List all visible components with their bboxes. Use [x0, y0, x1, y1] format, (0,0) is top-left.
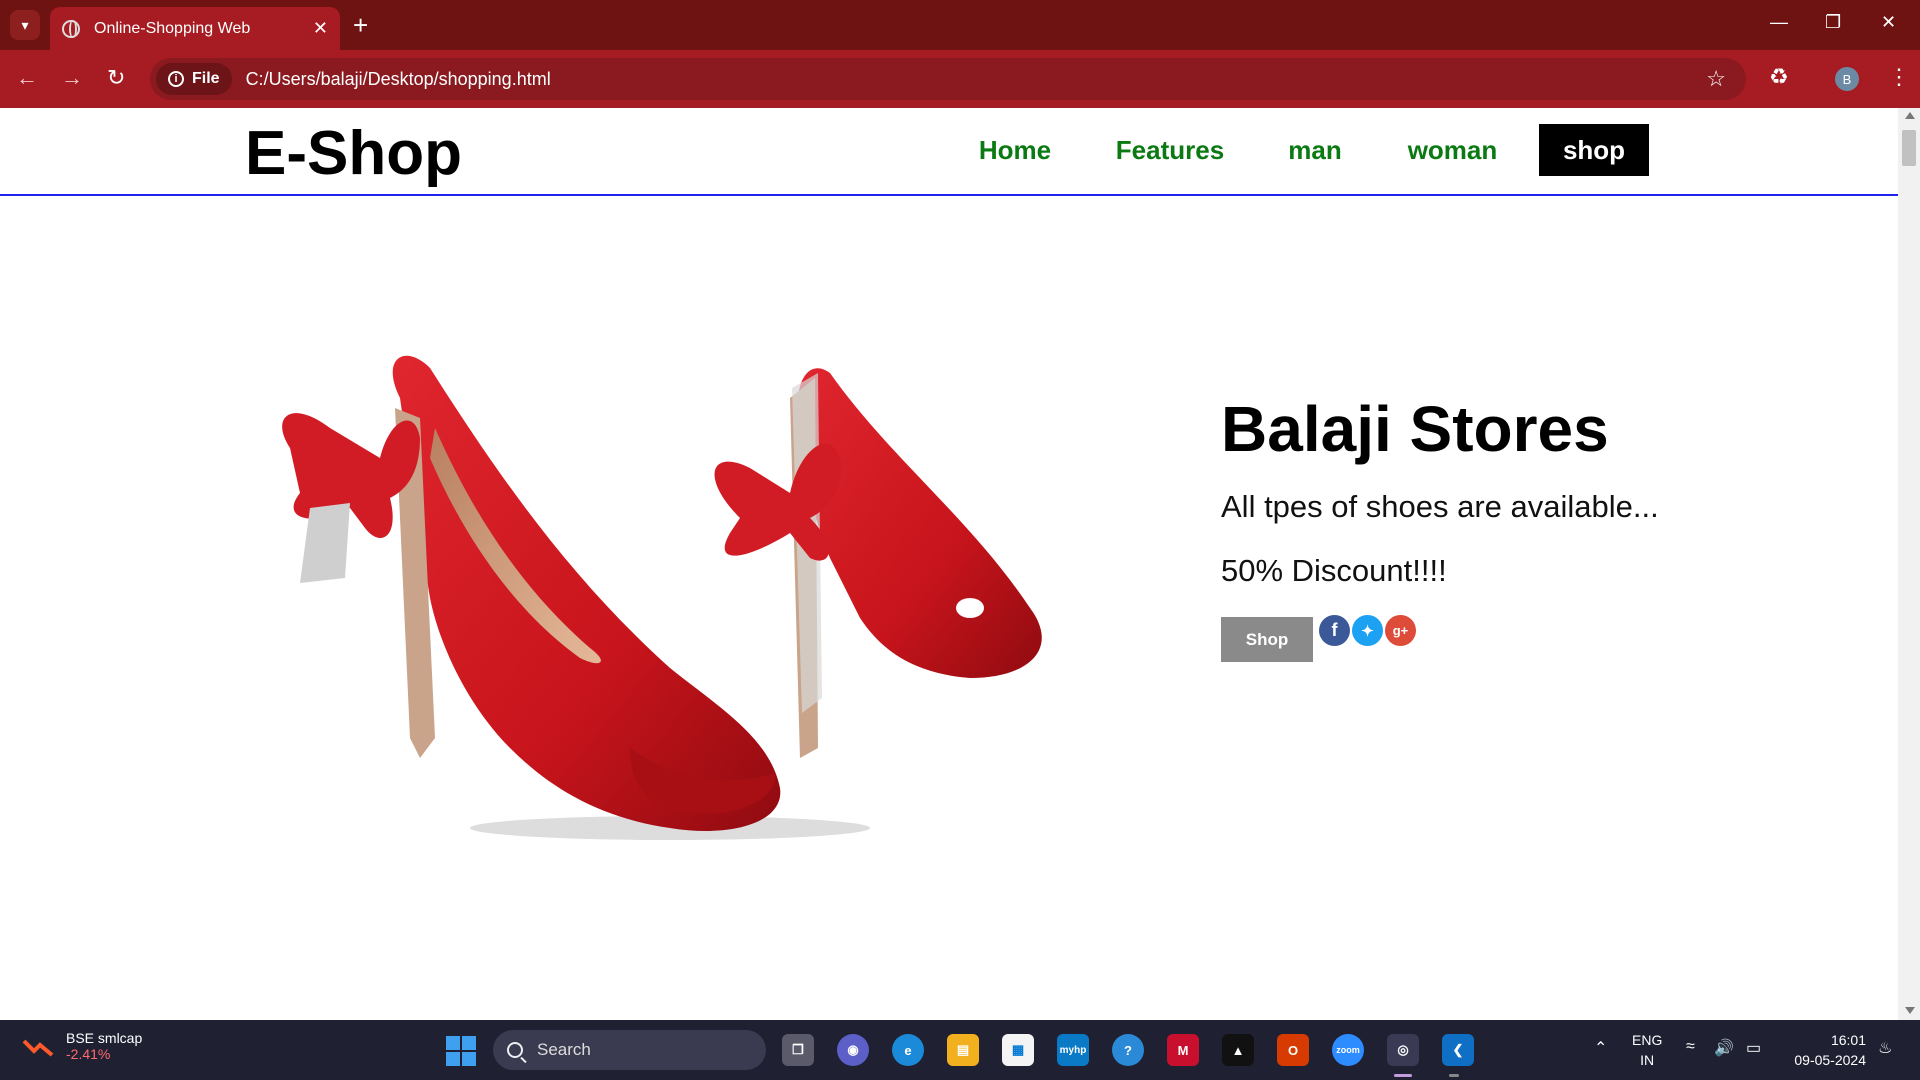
minimize-icon[interactable]: —: [1770, 12, 1788, 33]
office-icon[interactable]: O: [1277, 1034, 1309, 1066]
teams-chat-icon[interactable]: ◉: [837, 1034, 869, 1066]
browser-tab-bar: ▾ Online-Shopping Web ✕ + — ❐ ✕: [0, 0, 1920, 50]
nav-man[interactable]: man: [1270, 124, 1360, 176]
tab-close-icon[interactable]: ✕: [313, 18, 328, 39]
edge-browser-icon[interactable]: e: [892, 1034, 924, 1066]
battery-icon[interactable]: ▭: [1746, 1038, 1761, 1058]
tab-title: Online-Shopping Web: [94, 19, 251, 37]
new-tab-icon[interactable]: +: [353, 12, 368, 38]
notification-bell-icon[interactable]: ♨: [1878, 1038, 1892, 1058]
forward-arrow-icon[interactable]: →: [61, 66, 83, 90]
show-hidden-icons-chevron-icon[interactable]: ⌃: [1594, 1038, 1607, 1058]
microsoft-store-icon[interactable]: ▦: [1002, 1034, 1034, 1066]
tab-search-chevron-icon[interactable]: ▾: [10, 10, 40, 40]
taskbar-search[interactable]: Search: [493, 1030, 766, 1070]
scroll-thumb[interactable]: [1902, 130, 1916, 166]
help-icon[interactable]: ?: [1112, 1034, 1144, 1066]
back-arrow-icon[interactable]: ←: [16, 66, 38, 90]
search-icon: [507, 1042, 523, 1058]
nav-shop[interactable]: shop: [1539, 124, 1649, 176]
menu-kebab-icon[interactable]: ⋮: [1888, 64, 1910, 90]
url-text[interactable]: C:/Users/balaji/Desktop/shopping.html: [246, 69, 551, 90]
hero-text-block: Balaji Stores All tpes of shoes are avai…: [1221, 393, 1659, 662]
tagline-text: All tpes of shoes are available...: [1221, 489, 1659, 524]
site-logo[interactable]: E-Shop: [245, 118, 462, 189]
file-explorer-icon[interactable]: ▤: [947, 1034, 979, 1066]
restore-icon[interactable]: ❐: [1825, 12, 1841, 33]
clock-time: 16:01: [1830, 1032, 1866, 1048]
region-code: IN: [1640, 1052, 1655, 1068]
windows-taskbar: BSE smlcap -2.41% Search ❐ ◉ e ▤ ▦ myhp …: [0, 1020, 1920, 1080]
bookmark-star-icon[interactable]: ☆: [1706, 66, 1726, 92]
chrome-active-indicator: [1394, 1074, 1412, 1077]
clock-date: 09-05-2024: [1794, 1052, 1866, 1068]
scroll-up-arrow-icon[interactable]: [1905, 112, 1915, 119]
page-scrollbar[interactable]: [1898, 108, 1920, 1020]
zoom-icon[interactable]: zoom: [1332, 1034, 1364, 1066]
vscode-icon[interactable]: ❮: [1442, 1034, 1474, 1066]
site-info-chip[interactable]: i File: [156, 63, 232, 95]
discount-text: 50% Discount!!!!: [1221, 553, 1447, 588]
shop-button[interactable]: Shop: [1221, 617, 1313, 662]
language-code: ENG: [1632, 1032, 1663, 1048]
site-header: E-Shop Home Features man woman shop: [0, 108, 1898, 196]
stock-name: BSE smlcap: [66, 1030, 143, 1046]
extensions-puzzle-icon[interactable]: ♻: [1769, 64, 1789, 90]
search-placeholder: Search: [537, 1040, 591, 1059]
language-indicator[interactable]: ENG IN: [1632, 1030, 1662, 1070]
facebook-icon[interactable]: f: [1319, 615, 1350, 646]
file-chip-label: File: [192, 70, 220, 87]
browser-toolbar: ← → ↻ i File C:/Users/balaji/Desktop/sho…: [0, 50, 1920, 108]
clock[interactable]: 16:01 09-05-2024: [1782, 1030, 1866, 1070]
nav-features[interactable]: Features: [1100, 124, 1240, 176]
browser-tab[interactable]: Online-Shopping Web ✕: [50, 7, 340, 50]
page-viewport: E-Shop Home Features man woman shop Bala…: [0, 108, 1898, 1020]
info-icon: i: [168, 71, 184, 87]
task-view-icon[interactable]: ❐: [782, 1034, 814, 1066]
google-plus-icon[interactable]: g+: [1385, 615, 1416, 646]
scroll-down-arrow-icon[interactable]: [1905, 1007, 1915, 1014]
window-close-icon[interactable]: ✕: [1881, 12, 1896, 33]
store-title: Balaji Stores: [1221, 393, 1609, 465]
vscode-running-indicator: [1449, 1074, 1459, 1077]
address-bar[interactable]: i File C:/Users/balaji/Desktop/shopping.…: [150, 58, 1746, 100]
nav-woman[interactable]: woman: [1395, 124, 1510, 176]
myhp-icon[interactable]: myhp: [1057, 1034, 1089, 1066]
arc-app-icon[interactable]: ▲: [1222, 1034, 1254, 1066]
globe-icon: [62, 19, 80, 38]
stock-widget[interactable]: BSE smlcap -2.41%: [22, 1030, 142, 1062]
nav-home[interactable]: Home: [960, 124, 1070, 176]
wifi-icon[interactable]: ≈: [1686, 1038, 1695, 1056]
twitter-icon[interactable]: ✦: [1352, 615, 1383, 646]
hero-actions: Shop f ✦ g+: [1221, 615, 1659, 662]
hero-shoes-image: [282, 355, 1042, 840]
windows-start-icon[interactable]: [446, 1036, 476, 1066]
volume-icon[interactable]: 🔊: [1714, 1038, 1734, 1058]
stock-change: -2.41%: [66, 1046, 111, 1062]
stock-chart-icon: [22, 1039, 54, 1057]
profile-avatar[interactable]: B: [1835, 67, 1859, 91]
mcafee-shield-icon[interactable]: M: [1167, 1034, 1199, 1066]
chrome-icon[interactable]: ◎: [1387, 1034, 1419, 1066]
reload-icon[interactable]: ↻: [107, 66, 125, 90]
